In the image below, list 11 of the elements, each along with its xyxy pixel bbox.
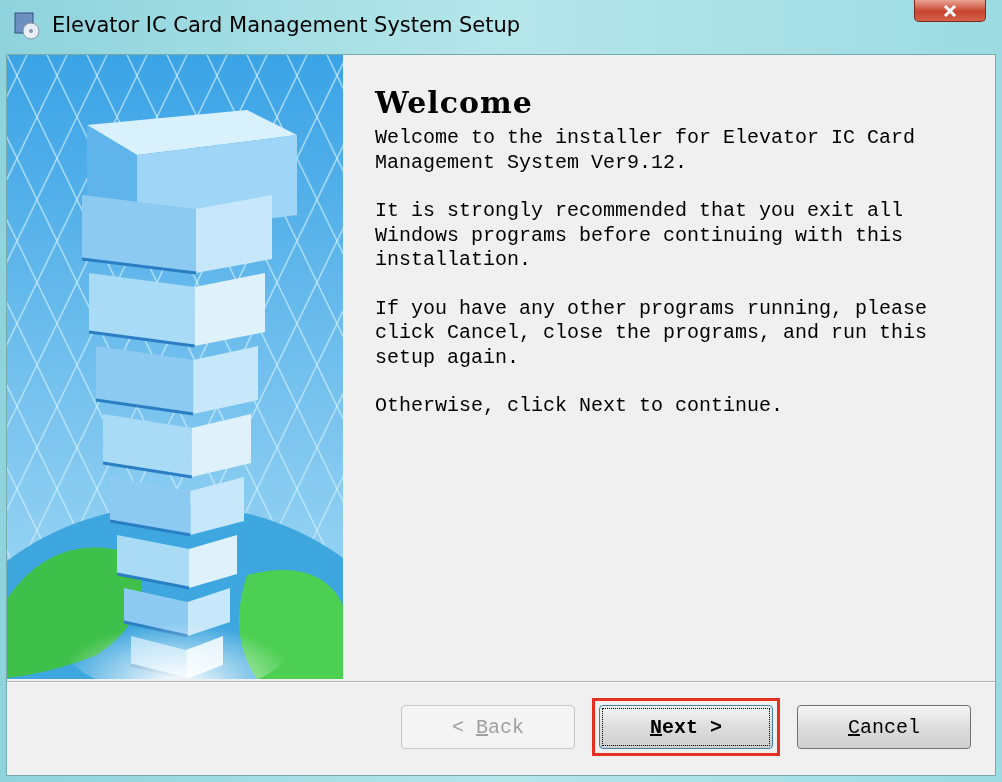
welcome-paragraph: Otherwise, click Next to continue.: [375, 394, 785, 419]
close-button[interactable]: [914, 0, 986, 22]
welcome-paragraph: It is strongly recommended that you exit all Windows programs before continuing with this installation.: [375, 199, 905, 273]
close-icon: [942, 3, 958, 18]
welcome-paragraph: Welcome to the installer for Elevator IC Card Management System Ver9.12.: [375, 126, 917, 175]
welcome-paragraph: If you have any other programs running, please click Cancel, close the programs, and run this setup again.: [375, 296, 929, 370]
next-button[interactable]: Next >: [599, 705, 773, 749]
welcome-heading: Welcome: [375, 85, 534, 120]
installer-disc-icon: [12, 10, 42, 40]
cancel-button[interactable]: Cancel: [797, 705, 971, 749]
window-title: Elevator IC Card Management System Setup: [52, 12, 521, 39]
